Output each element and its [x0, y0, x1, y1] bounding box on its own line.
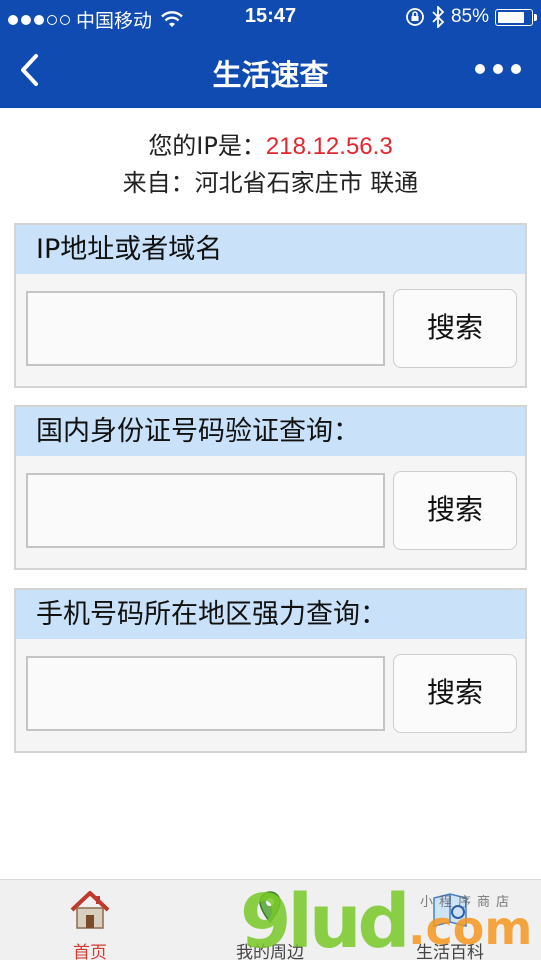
- more-dots-icon[interactable]: [475, 64, 521, 74]
- tab-encyclopedia[interactable]: 生活百科: [360, 880, 540, 963]
- nav-bar: 生活速查: [0, 34, 541, 108]
- status-right: 85%: [405, 6, 537, 28]
- battery-icon: [495, 8, 537, 26]
- page-title: 生活速查: [212, 58, 329, 92]
- id-card-input[interactable]: [26, 473, 385, 548]
- battery-percent: 85%: [450, 6, 489, 27]
- phone-number-input[interactable]: [26, 656, 385, 731]
- ip-value: 218.12.56.3: [265, 133, 393, 160]
- ip-domain-input[interactable]: [26, 291, 385, 366]
- encyclopedia-icon: [433, 893, 467, 927]
- home-icon: [70, 891, 110, 929]
- panel-title: 手机号码所在地区强力查询：: [16, 590, 525, 639]
- search-button[interactable]: 搜索: [393, 471, 517, 550]
- battery-level: [498, 11, 524, 23]
- search-button[interactable]: 搜索: [393, 654, 517, 733]
- tab-bar: 首页 我的周边 生活百科: [0, 879, 541, 963]
- panel-id-card-lookup: 国内身份证号码验证查询： 搜索: [14, 405, 527, 570]
- panel-phone-lookup: 手机号码所在地区强力查询： 搜索: [14, 588, 527, 753]
- tab-nearby[interactable]: 我的周边: [180, 880, 360, 963]
- tab-home-label: 首页: [73, 943, 107, 963]
- ip-label: 您的IP是：: [148, 132, 266, 160]
- tab-home[interactable]: 首页: [0, 880, 180, 963]
- location-icon: [259, 891, 281, 924]
- search-button[interactable]: 搜索: [393, 289, 517, 368]
- rotation-lock-icon: [406, 8, 424, 26]
- tab-nearby-label: 我的周边: [236, 943, 304, 963]
- status-bar: 中国移动 15:47 85%: [0, 0, 541, 34]
- ip-location: 来自：河北省石家庄市 联通: [122, 169, 419, 197]
- ip-line: 您的IP是：218.12.56.3: [0, 128, 541, 165]
- bluetooth-icon: [432, 6, 445, 28]
- panel-title: IP地址或者域名: [16, 225, 525, 274]
- tab-encyclopedia-label: 生活百科: [416, 943, 484, 963]
- ip-info: 您的IP是：218.12.56.3 来自：河北省石家庄市 联通: [0, 128, 541, 201]
- panel-title: 国内身份证号码验证查询：: [16, 407, 525, 456]
- panel-ip-lookup: IP地址或者域名 搜索: [14, 223, 527, 388]
